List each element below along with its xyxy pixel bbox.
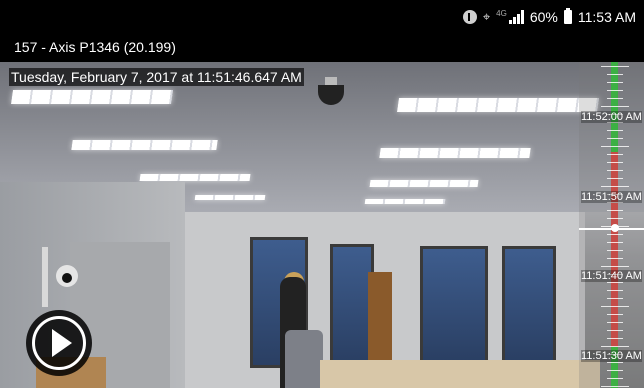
battery-percent: 60% <box>529 9 558 25</box>
ptz-camera <box>42 247 84 307</box>
title-bar: 157 - Axis P1346 (20.199) <box>0 34 644 62</box>
app-root: ⌖ 4G 60% 11:53 AM 157 - Axis P1346 (20.1… <box>0 0 644 388</box>
clock: 11:53 AM <box>577 9 636 25</box>
status-icons: ⌖ 4G 60% 11:53 AM <box>462 0 636 34</box>
timeline-tick <box>601 146 629 147</box>
timeline-tick <box>607 130 623 131</box>
timeline-tick <box>607 362 623 363</box>
timeline-tick <box>607 330 623 331</box>
timeline-tick <box>607 210 623 211</box>
timeline-label: 11:51:50 AM <box>581 191 642 203</box>
video-timestamp: Tuesday, February 7, 2017 at 11:51:46.64… <box>9 68 304 86</box>
timeline-tick <box>607 258 623 259</box>
timeline-tick <box>607 178 623 179</box>
timeline-tick <box>607 370 623 371</box>
timeline-tick <box>607 298 623 299</box>
timeline-cursor-handle[interactable] <box>611 224 619 232</box>
timeline-tick <box>607 282 623 283</box>
ceiling-light <box>194 195 266 200</box>
ceiling-light <box>369 180 479 187</box>
ceiling-light <box>379 148 531 158</box>
timeline-label: 11:51:40 AM <box>581 270 642 282</box>
timeline-label: 11:51:30 AM <box>581 350 642 362</box>
timeline-tick <box>607 162 623 163</box>
timeline-tick <box>601 186 629 187</box>
timeline-tick <box>607 250 623 251</box>
office-window <box>502 246 556 364</box>
play-button[interactable] <box>26 310 92 376</box>
timeline-tick <box>607 378 623 379</box>
office-window <box>420 246 488 364</box>
signal-icon <box>508 10 524 24</box>
ceiling-light <box>71 140 218 150</box>
play-triangle-icon <box>52 329 72 357</box>
timeline-tick <box>601 346 629 347</box>
timeline-tick <box>607 82 623 83</box>
wifi-icon: ⌖ <box>482 9 491 24</box>
timeline-tick <box>607 314 623 315</box>
playback-timeline[interactable]: 11:52:00 AM 11:51:50 AM 11:51:40 AM 11:5… <box>579 62 644 388</box>
bluetooth-icon <box>462 10 477 24</box>
timeline-tick <box>607 338 623 339</box>
camera-title: 157 - Axis P1346 (20.199) <box>14 39 176 55</box>
timeline-tick <box>601 66 629 67</box>
timeline-tick <box>607 154 623 155</box>
timeline-tick <box>607 290 623 291</box>
status-bar: ⌖ 4G 60% 11:53 AM <box>0 0 644 34</box>
timeline-tick <box>607 170 623 171</box>
timeline-tick <box>607 242 623 243</box>
timeline-tick <box>607 218 623 219</box>
ceiling-light <box>139 174 251 181</box>
chair <box>285 330 323 388</box>
timeline-tick <box>601 106 629 107</box>
timeline-tick <box>607 234 623 235</box>
timeline-tick <box>601 306 629 307</box>
timeline-tick <box>601 386 629 387</box>
network-type: 4G <box>496 9 507 18</box>
timeline-tick <box>607 138 623 139</box>
timeline-tick <box>607 90 623 91</box>
timeline-label: 11:52:00 AM <box>581 111 642 123</box>
ceiling-light <box>11 90 173 104</box>
ceiling-light <box>397 98 599 112</box>
battery-icon <box>563 8 572 24</box>
ceiling-light <box>364 199 446 204</box>
video-view[interactable] <box>0 62 644 388</box>
conference-table <box>320 360 600 388</box>
timeline-tick <box>607 74 623 75</box>
timeline-tick <box>607 98 623 99</box>
timeline-tick <box>601 266 629 267</box>
timeline-tick <box>607 322 623 323</box>
